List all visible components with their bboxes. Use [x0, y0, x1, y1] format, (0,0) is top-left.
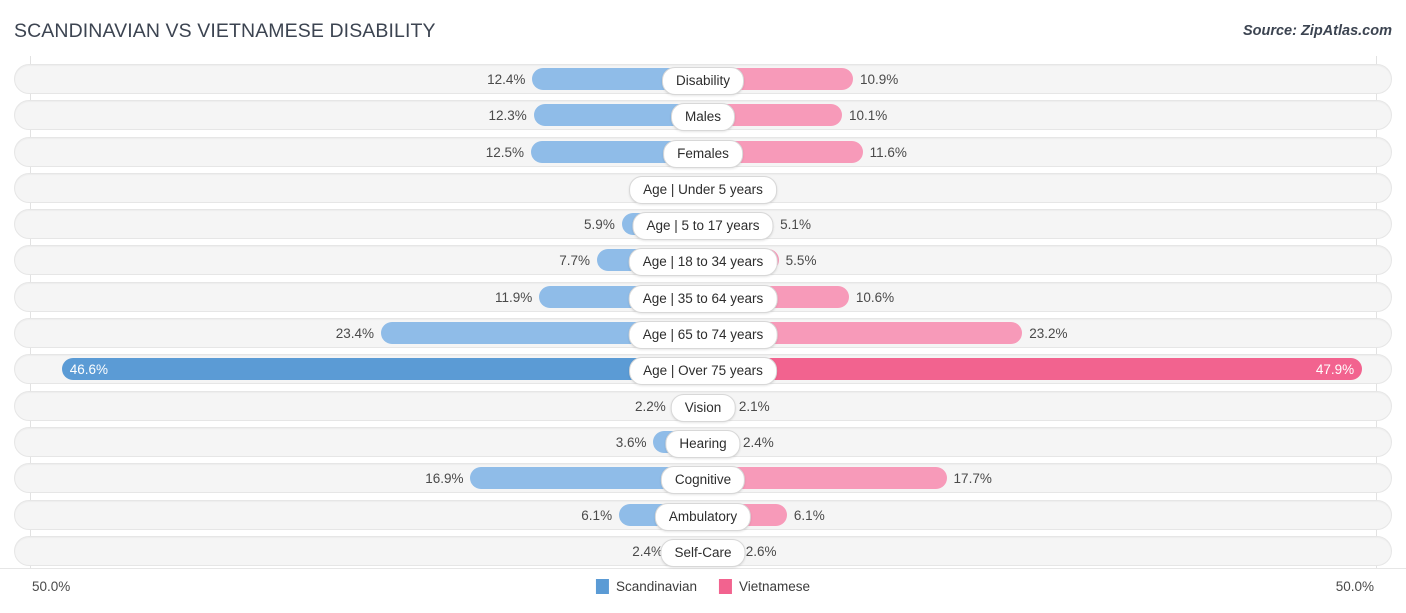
value-label-scandinavian: 3.6%	[615, 434, 647, 450]
table-row[interactable]: 7.7% 5.5% Age | 18 to 34 years	[14, 245, 1392, 277]
chart-header: SCANDINAVIAN VS VIETNAMESE DISABILITY So…	[0, 0, 1406, 56]
value-label-vietnamese: 23.2%	[1029, 326, 1068, 342]
category-label-pill[interactable]: Vision	[670, 393, 736, 422]
value-label-scandinavian: 23.4%	[335, 326, 375, 342]
table-row[interactable]: 12.5% 11.6% Females	[14, 136, 1392, 168]
value-label-scandinavian: 6.1%	[581, 507, 613, 523]
value-label-scandinavian: 2.4%	[632, 543, 663, 559]
source-attribution: Source: ZipAtlas.com	[1242, 23, 1392, 39]
legend-label: Scandinavian	[615, 579, 698, 594]
value-label-vietnamese: 10.9%	[859, 72, 899, 87]
value-label-scandinavian: 12.4%	[487, 72, 526, 87]
value-label-scandinavian: 16.9%	[425, 471, 464, 487]
axis-label-right: 50.0%	[1335, 579, 1374, 594]
value-label-scandinavian: 12.3%	[488, 108, 527, 124]
value-label-scandinavian: 46.6%	[69, 362, 109, 378]
value-label-scandinavian: 5.9%	[584, 217, 615, 233]
bar-scandinavian	[61, 358, 703, 381]
table-row[interactable]: 46.6% 47.9% Age | Over 75 years	[14, 354, 1392, 386]
page-title: SCANDINAVIAN VS VIETNAMESE DISABILITY	[14, 20, 436, 42]
table-row[interactable]: 16.9% 17.7% Cognitive	[14, 463, 1392, 495]
table-row[interactable]: 11.9% 10.6% Age | 35 to 64 years	[14, 281, 1392, 313]
chart-plot-area: 12.4% 10.9% Disability 12.3% 10.1% Males 12.5%…	[0, 56, 1406, 568]
category-label-pill[interactable]: Age | 5 to 17 years	[632, 212, 774, 241]
category-label-pill[interactable]: Age | 18 to 34 years	[628, 248, 778, 277]
table-row[interactable]: 6.1% 6.1% Ambulatory	[14, 499, 1392, 531]
value-label-vietnamese: 17.7%	[953, 471, 992, 487]
value-label-vietnamese: 6.1%	[793, 507, 825, 523]
chart-footer: 50.0% Scandinavian Vietnamese 50.0%	[0, 568, 1406, 613]
category-label-pill[interactable]: Disability	[661, 67, 745, 95]
bar-rows: 12.4% 10.9% Disability 12.3% 10.1% Males 12.5%…	[0, 56, 1406, 567]
table-row[interactable]: 2.4% 2.6% Self-Care	[14, 535, 1392, 567]
category-label-pill[interactable]: Cognitive	[660, 466, 746, 495]
category-label-pill[interactable]: Age | 35 to 64 years	[628, 284, 778, 313]
legend-swatch-icon	[719, 579, 733, 594]
category-label-pill[interactable]: Males	[670, 103, 736, 132]
value-label-vietnamese: 2.6%	[745, 543, 777, 559]
value-label-vietnamese: 2.1%	[738, 398, 770, 414]
value-label-vietnamese: 47.9%	[1315, 362, 1355, 378]
value-label-vietnamese: 10.6%	[855, 289, 895, 305]
category-label-pill[interactable]: Age | Under 5 years	[629, 175, 777, 204]
legend-item[interactable]: Scandinavian	[595, 579, 698, 594]
value-label-vietnamese: 5.1%	[780, 217, 811, 233]
value-label-scandinavian: 12.5%	[485, 144, 524, 160]
value-label-scandinavian: 2.2%	[634, 398, 666, 414]
category-label-pill[interactable]: Age | Over 75 years	[629, 357, 777, 386]
category-label-pill[interactable]: Females	[663, 139, 743, 168]
legend-swatch-icon	[595, 579, 609, 594]
chart-legend: Scandinavian Vietnamese	[595, 579, 810, 594]
value-label-scandinavian: 11.9%	[494, 289, 533, 305]
value-label-vietnamese: 5.5%	[785, 253, 817, 269]
legend-label: Vietnamese	[739, 579, 811, 594]
category-label-pill[interactable]: Self-Care	[660, 538, 746, 567]
table-row[interactable]: 2.2% 2.1% Vision	[14, 390, 1392, 422]
table-row[interactable]: 23.4% 23.2% Age | 65 to 74 years	[14, 318, 1392, 350]
category-label-pill[interactable]: Ambulatory	[654, 502, 752, 531]
bar-vietnamese	[703, 358, 1363, 381]
axis-label-left: 50.0%	[32, 579, 71, 594]
legend-item[interactable]: Vietnamese	[719, 579, 810, 594]
value-label-scandinavian: 7.7%	[559, 253, 591, 269]
value-label-vietnamese: 11.6%	[869, 144, 907, 160]
table-row[interactable]: 12.4% 10.9% Disability	[14, 64, 1392, 95]
value-label-vietnamese: 10.1%	[848, 108, 888, 124]
category-label-pill[interactable]: Hearing	[665, 429, 741, 458]
value-label-vietnamese: 2.4%	[743, 434, 774, 450]
category-label-pill[interactable]: Age | 65 to 74 years	[628, 321, 778, 350]
table-row[interactable]: 1.5%0.81%Age | Under 5 years	[14, 172, 1392, 204]
table-row[interactable]: 3.6% 2.4% Hearing	[14, 426, 1392, 458]
table-row[interactable]: 5.9% 5.1% Age | 5 to 17 years	[14, 209, 1392, 241]
table-row[interactable]: 12.3% 10.1% Males	[14, 100, 1392, 132]
